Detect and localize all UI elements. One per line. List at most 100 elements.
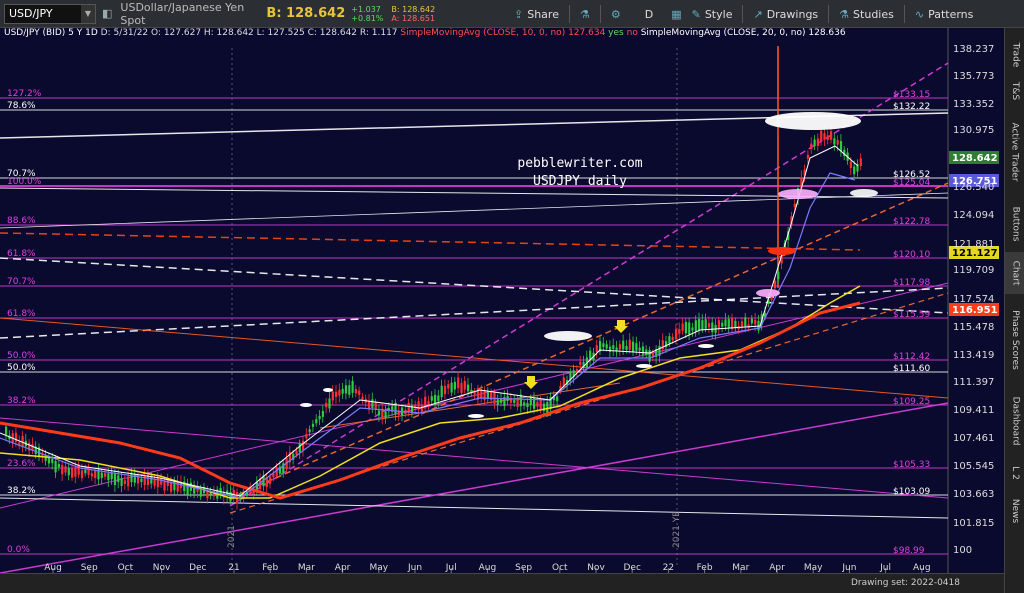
candle-body [628,339,631,350]
sma-blue-tag: 126.751 [952,176,998,187]
candle-body [344,385,348,394]
candle-body [823,133,826,140]
fib-price-label: $132.22 [893,102,930,112]
price-axis-label: 133.352 [953,99,994,110]
sma10-flag: yes [608,28,624,38]
candle-body [64,466,67,473]
side-tab-trade[interactable]: Trade [1005,36,1024,74]
candle-body [698,318,701,331]
side-tab-news[interactable]: News [1005,490,1024,532]
bid-small: B: 128.642 [391,4,436,14]
gear-icon[interactable]: ⚙ [611,8,621,21]
candle-body [315,419,318,424]
candle-body [348,385,351,395]
style-label: Style [704,7,733,21]
style-button[interactable]: ✎ Style [692,8,733,21]
candle-body [127,476,130,487]
candle-body [681,323,684,331]
candle-body [546,401,549,413]
highlight-ellipse [756,289,780,297]
fib-price-label: $98.99 [893,546,925,556]
candle-body [678,329,681,334]
side-tab-buttons[interactable]: Buttons [1005,196,1024,252]
candle-body [704,319,707,329]
time-axis-label: Jul [445,563,457,573]
current-price-tag: 128.642 [952,153,998,164]
candle-body [331,391,334,401]
candle-body [595,345,598,353]
drawings-button[interactable]: ↗ Drawings [753,8,818,21]
candle-body [87,469,90,475]
candle-body [813,139,816,147]
drawings-label: Drawings [766,7,819,21]
link-icon[interactable]: ◧ [102,7,112,20]
grid-icon[interactable]: ▦ [671,8,681,21]
symbol-dropdown-icon[interactable]: ▼ [81,4,95,23]
candle-body [701,320,704,330]
share-button[interactable]: ⇪ Share [514,8,559,21]
candle-body [104,473,107,477]
side-tab-label: Buttons [1010,206,1020,242]
candle-body [632,341,635,352]
highlight-ellipse [778,189,818,199]
price-axis-label: 113.419 [953,350,994,361]
candle-body [500,398,503,403]
candle-body [437,395,440,401]
highlight-dot [698,344,714,348]
price-chart[interactable]: 138.237135.773133.352130.975126.540124.0… [0,28,1004,573]
candle-body [648,349,651,362]
candle-body [820,130,823,141]
candle-body [463,380,466,390]
price-axis-label: 103.663 [953,489,994,500]
candle-body [272,473,275,477]
time-axis-label: Feb [697,563,713,573]
candle-body [711,322,714,333]
studies-button[interactable]: ⚗ Studies [839,8,894,21]
fib-percent-label: 38.2% [7,486,36,496]
candle-body [113,473,117,486]
candle-body [731,317,734,329]
time-axis-label: Apr [769,563,785,573]
candle-body [371,399,374,408]
candle-body [295,450,298,455]
fib-price-label: $111.60 [893,364,930,374]
symbol-selector[interactable]: USD/JPY ▼ [4,3,96,24]
candle-body [618,344,621,350]
flask-icon[interactable]: ⚗ [580,8,590,21]
candle-body [826,135,829,140]
candle-body [5,426,8,435]
side-tab-l-2[interactable]: L 2 [1005,456,1024,490]
year-marker-label: 2021 [227,525,237,548]
side-tab-t-s[interactable]: T&S [1005,74,1024,108]
candle-body [536,401,539,407]
candle-body [602,343,605,348]
side-tab-dashboard[interactable]: Dashboard [1005,386,1024,456]
candle-body [740,321,744,327]
fib-price-label: $117.98 [893,278,930,288]
candle-body [579,361,582,365]
price-axis-label: 105.545 [953,461,994,472]
candle-body [853,166,856,175]
candle-body [859,158,862,167]
candle-body [80,470,84,479]
period-button[interactable]: D [645,8,653,21]
side-tab-phase-scores[interactable]: Phase Scores [1005,294,1024,386]
candle-body [744,317,747,327]
time-axis-label: Aug [913,563,931,573]
time-axis-label: Dec [623,563,640,573]
candle-body [163,481,166,491]
side-tab-active-trader[interactable]: Active Trader [1005,108,1024,196]
candle-body [123,480,126,485]
candle-body [90,473,93,477]
fib-price-label: $112.42 [893,352,930,362]
side-tab-chart[interactable]: Chart [1005,252,1024,294]
fib-percent-label: 61.8% [7,249,36,259]
candle-body [457,377,460,388]
candle-body [318,415,321,420]
candle-body [430,396,433,401]
patterns-button[interactable]: ∿ Patterns [915,8,974,21]
candle-body [721,322,724,327]
candle-body [420,405,423,412]
candle-body [61,465,64,475]
time-axis-label: May [369,563,388,573]
